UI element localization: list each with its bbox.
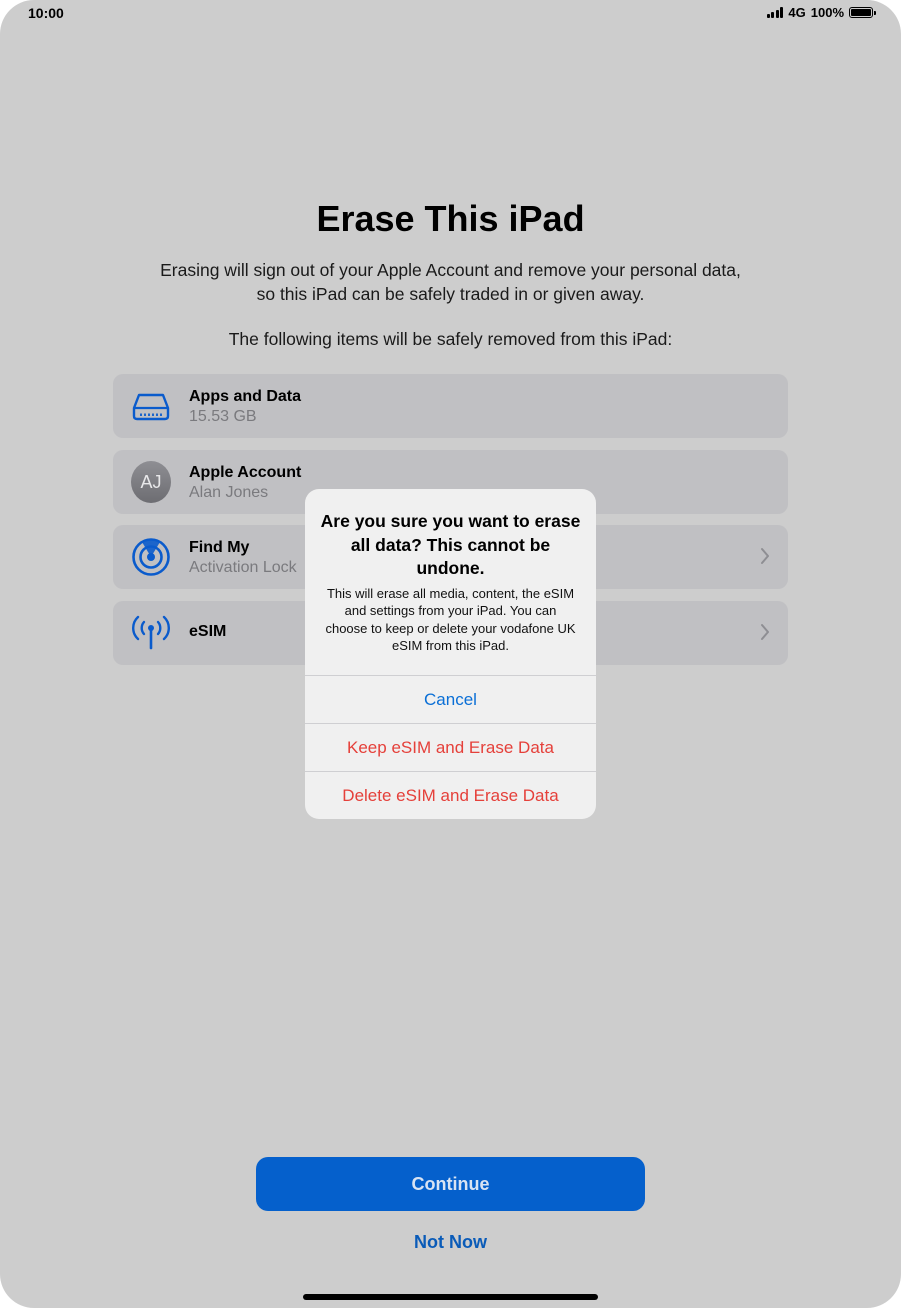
continue-button[interactable]: Continue (256, 1157, 645, 1211)
erase-confirmation-alert: Are you sure you want to erase all data?… (305, 489, 596, 819)
battery-icon (849, 7, 876, 18)
item-subtitle: 15.53 GB (189, 408, 257, 425)
item-subtitle: Activation Lock (189, 559, 297, 576)
battery-percent: 100% (810, 5, 844, 20)
cancel-button[interactable]: Cancel (305, 675, 596, 724)
ipad-screen: 10:00 4G 100% Erase This iPad Erasing wi… (0, 0, 901, 1308)
alert-message: This will erase all media, content, the … (325, 585, 576, 654)
status-indicators: 4G 100% (766, 5, 876, 20)
page-description: Erasing will sign out of your Apple Acco… (160, 260, 741, 304)
item-title: eSIM (189, 623, 227, 640)
find-my-icon (131, 537, 171, 577)
home-indicator[interactable] (303, 1294, 598, 1300)
network-type: 4G (788, 5, 806, 20)
avatar: AJ (131, 461, 171, 503)
status-bar: 10:00 4G 100% (0, 0, 901, 28)
item-title: Apple Account (189, 464, 302, 481)
status-time: 10:00 (28, 5, 64, 21)
item-subtitle: Alan Jones (189, 484, 269, 501)
avatar-initials: AJ (131, 461, 171, 503)
delete-esim-and-erase-button[interactable]: Delete eSIM and Erase Data (305, 771, 596, 819)
item-title: Find My (189, 539, 250, 556)
page-title: Erase This iPad (316, 198, 585, 239)
alert-title: Are you sure you want to erase all data?… (320, 511, 581, 578)
storage-drive-icon (131, 386, 171, 426)
keep-esim-and-erase-button[interactable]: Keep eSIM and Erase Data (305, 723, 596, 772)
item-apps-and-data: Apps and Data 15.53 GB (113, 374, 788, 438)
items-heading: The following items will be safely remov… (228, 329, 673, 349)
chevron-right-icon (760, 623, 770, 646)
antenna-icon (131, 613, 171, 653)
chevron-right-icon (760, 547, 770, 570)
not-now-button[interactable]: Not Now (0, 1232, 901, 1253)
cellular-signal-icon (766, 7, 784, 18)
item-title: Apps and Data (189, 388, 302, 405)
